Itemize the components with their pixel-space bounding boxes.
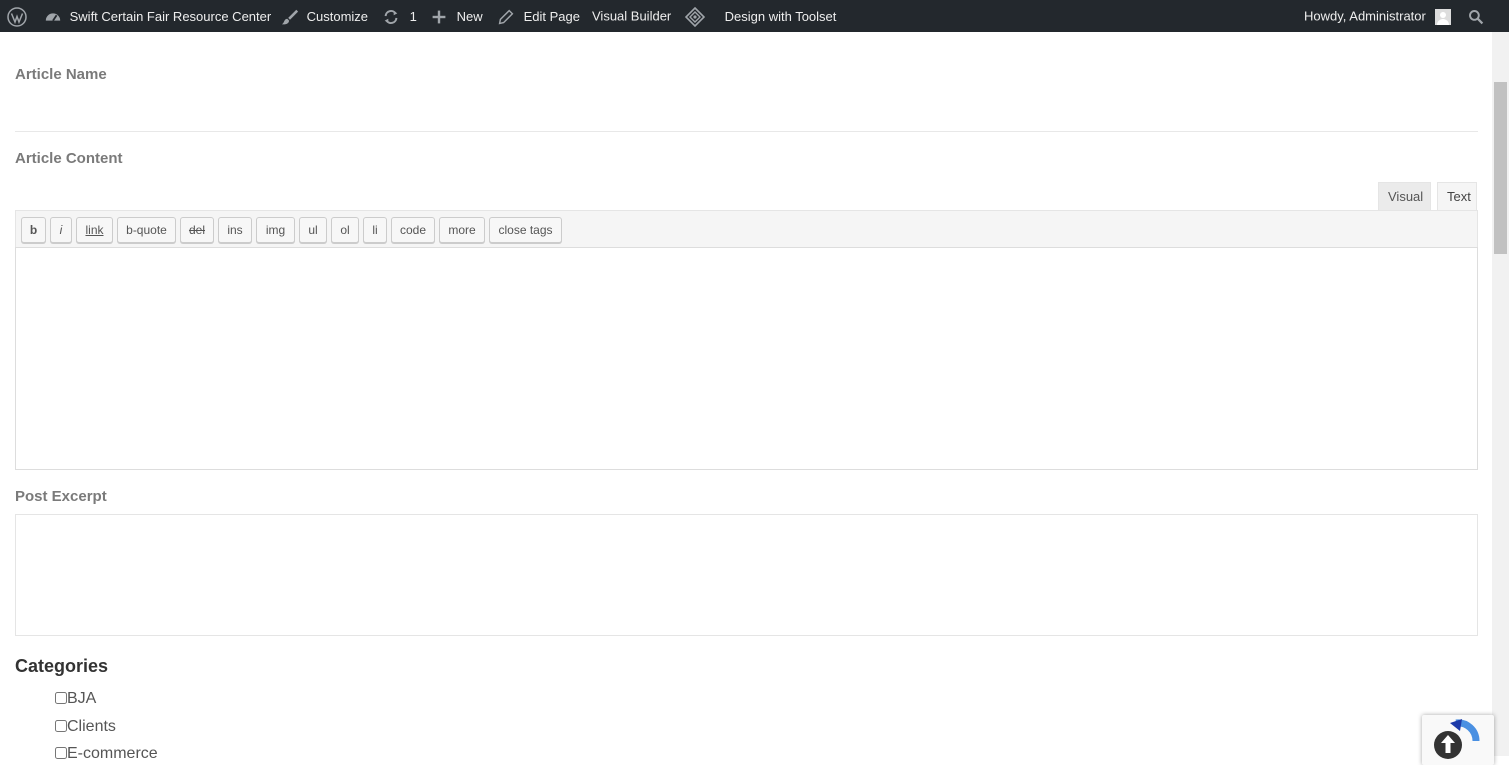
updates-count: 1 xyxy=(409,8,417,24)
category-checkbox-e-commerce[interactable] xyxy=(55,747,67,759)
visual-builder-label: Visual Builder xyxy=(592,8,672,24)
tab-text[interactable]: Text xyxy=(1437,182,1477,210)
greeting-label: Howdy, Administrator xyxy=(1304,8,1426,24)
search-icon xyxy=(1469,9,1484,24)
pencil-icon xyxy=(498,9,514,24)
new-label: New xyxy=(456,8,483,24)
qt-close-tags-button[interactable]: close tags xyxy=(489,217,562,243)
customize-link[interactable]: Customize xyxy=(281,0,368,32)
page-scrollbar[interactable] xyxy=(1492,32,1509,756)
quicktags-toolbar: b i link b-quote del ins img ul ol li co… xyxy=(15,210,1478,248)
wordpress-logo-icon[interactable] xyxy=(7,0,27,32)
toolset-diamond-icon xyxy=(684,6,706,27)
visual-builder-link[interactable]: Visual Builder xyxy=(592,0,671,32)
qt-code-button[interactable]: code xyxy=(391,217,435,243)
qt-ol-button[interactable]: ol xyxy=(331,217,359,243)
qt-ins-button[interactable]: ins xyxy=(218,217,252,243)
qt-img-button[interactable]: img xyxy=(256,217,295,243)
site-name-label: Swift Certain Fair Resource Center xyxy=(69,8,272,24)
design-with-toolset-label: Design with Toolset xyxy=(724,8,837,24)
qt-ul-button[interactable]: ul xyxy=(299,217,327,243)
category-label-clients: Clients xyxy=(67,718,116,735)
recaptcha-logo-icon xyxy=(1434,719,1480,759)
category-item-e-commerce[interactable]: E-commerce xyxy=(55,745,158,765)
dashboard-icon xyxy=(45,12,61,21)
article-content-label: Article Content xyxy=(15,150,123,167)
article-content-textarea[interactable] xyxy=(15,247,1478,470)
post-excerpt-textarea[interactable] xyxy=(15,514,1478,636)
category-label-e-commerce: E-commerce xyxy=(67,745,158,762)
paintbrush-icon xyxy=(281,9,299,24)
admin-bar-search[interactable] xyxy=(1468,0,1484,32)
qt-bold-button[interactable]: b xyxy=(21,217,46,243)
category-checkbox-bja[interactable] xyxy=(55,692,67,704)
site-name-menu[interactable]: Swift Certain Fair Resource Center xyxy=(44,0,271,32)
updates-refresh-icon xyxy=(384,9,398,24)
qt-blockquote-button[interactable]: b-quote xyxy=(117,217,176,243)
qt-italic-button[interactable]: i xyxy=(50,217,72,243)
plus-icon xyxy=(432,10,446,23)
wp-admin-bar: Swift Certain Fair Resource Center Custo… xyxy=(0,0,1509,32)
article-name-input[interactable] xyxy=(15,94,1478,132)
qt-more-button[interactable]: more xyxy=(439,217,485,243)
post-excerpt-label: Post Excerpt xyxy=(15,488,107,505)
category-item-clients[interactable]: Clients xyxy=(55,718,116,738)
category-checkbox-clients[interactable] xyxy=(55,720,67,732)
category-label-bja: BJA xyxy=(67,690,97,707)
customize-label: Customize xyxy=(306,8,369,24)
edit-page-link[interactable]: Edit Page xyxy=(498,0,580,32)
recaptcha-badge[interactable] xyxy=(1422,715,1494,765)
avatar xyxy=(1435,8,1452,25)
new-content-menu[interactable]: New xyxy=(431,0,483,32)
updates-link[interactable]: 1 xyxy=(382,0,417,32)
article-name-label: Article Name xyxy=(15,66,107,83)
tab-visual[interactable]: Visual xyxy=(1378,182,1431,210)
qt-del-button[interactable]: del xyxy=(180,217,214,243)
qt-link-button[interactable]: link xyxy=(76,217,113,243)
categories-heading: Categories xyxy=(15,656,109,676)
toolset-menu[interactable]: Design with Toolset xyxy=(684,0,837,32)
my-account-menu[interactable]: Howdy, Administrator xyxy=(1304,0,1452,32)
category-item-bja[interactable]: BJA xyxy=(55,690,96,710)
qt-li-button[interactable]: li xyxy=(363,217,387,243)
edit-page-label: Edit Page xyxy=(523,8,580,24)
scrollbar-thumb[interactable] xyxy=(1494,82,1507,254)
